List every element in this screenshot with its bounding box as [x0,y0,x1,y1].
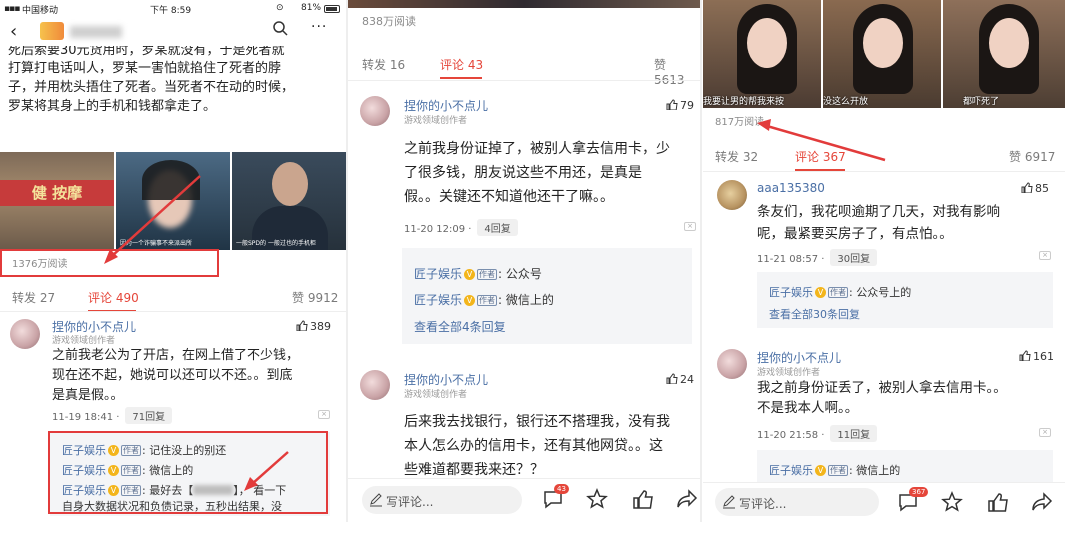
thumb-up-icon [666,373,678,384]
comment-line: 假。。关键还不知道他还干了嘛。。 [404,189,614,205]
comment-username[interactable]: 捏你的小不点儿 [404,97,488,114]
comment-username[interactable]: 捏你的小不点儿 [404,371,488,388]
comment-time: 11-20 12:09 · [404,224,472,235]
comment-line: 后来我去找银行，银行还不搭理我，没有我 [404,414,670,430]
write-comment-input[interactable]: 写评论... [362,486,522,514]
share-icon[interactable] [676,488,698,510]
divider [348,80,700,81]
author-tag: 作者 [477,295,498,306]
close-icon[interactable]: × [684,222,696,231]
reply-author[interactable]: 匠子娱乐 [414,293,462,307]
see-all-replies-link[interactable]: 查看全部4条回复 [414,318,506,335]
verified-icon: V [464,269,476,280]
write-comment-placeholder: 写评论... [386,495,434,509]
read-count: 838万阅读 [362,15,416,28]
phone-screen-3: 我要让男的帮我来按 没这么开放 都吓死了 817万阅读 转发 32 评论 367… [703,0,1065,522]
annotation-arrow [757,119,886,162]
like-button[interactable]: 24 [666,372,694,386]
comment-user-role: 游戏领域创作者 [404,390,468,400]
tab-repost[interactable]: 转发 16 [362,56,405,73]
reply-count-button[interactable]: 4回复 [477,219,518,236]
pencil-icon [370,493,382,507]
tab-likes[interactable]: 赞 5613 [654,56,700,87]
reply-text: : 微信上的 [498,293,554,307]
phone-screen-1: ▪▪▪ 中国移动 下午 8:59 ⊙ 81% ‹ ··· 死后索要30元货用时，… [0,0,346,522]
divider [700,0,702,522]
reply-item[interactable]: 匠子娱乐 V 作者: 微信上的 [414,291,554,308]
reply-text: : 公众号 [498,267,542,281]
comment-line: 本人怎么办的信用卡，还有其他网贷。。这 [404,438,663,454]
comment-count-badge: 43 [554,484,569,494]
like-count: 24 [680,373,694,386]
tab-underline [440,77,482,79]
avatar[interactable] [360,96,390,126]
comment-user-role: 游戏领域创作者 [404,116,468,126]
verified-icon: V [464,295,476,306]
thumb-up-icon [666,99,678,110]
avatar[interactable] [360,370,390,400]
comment-text: 后来我去找银行，银行还不搭理我，没有我 本人怎么办的信用卡，还有其他网贷。。这 … [404,410,698,482]
video-strip [348,0,700,8]
comment-line: 了很多钱，朋友说这些不用还，是真是 [404,165,642,181]
comment-line: 之前我身份证掉了，被别人拿去信用卡，少 [404,141,670,157]
comment-tabs: 转发 16 评论 43 赞 5613 [348,48,700,87]
like-button[interactable]: 79 [666,98,694,112]
thumb-up-icon[interactable] [632,488,654,510]
comment-text: 之前我身份证掉了，被别人拿去信用卡，少 了很多钱，朋友说这些不用还，是真是 假。… [404,137,698,209]
author-tag: 作者 [477,269,498,280]
star-icon[interactable] [586,488,608,510]
reply-item[interactable]: 匠子娱乐 V 作者: 公众号 [414,265,542,282]
reply-author[interactable]: 匠子娱乐 [414,267,462,281]
phone-screen-2: 838万阅读 转发 16 评论 43 赞 5613 捏你的小不点儿 游戏领域创作… [348,0,700,522]
like-count: 79 [680,99,694,112]
annotation-arrow [104,175,289,491]
tab-comments[interactable]: 评论 43 [440,56,483,73]
comment-meta: 11-20 12:09 · 4回复 [404,219,518,236]
